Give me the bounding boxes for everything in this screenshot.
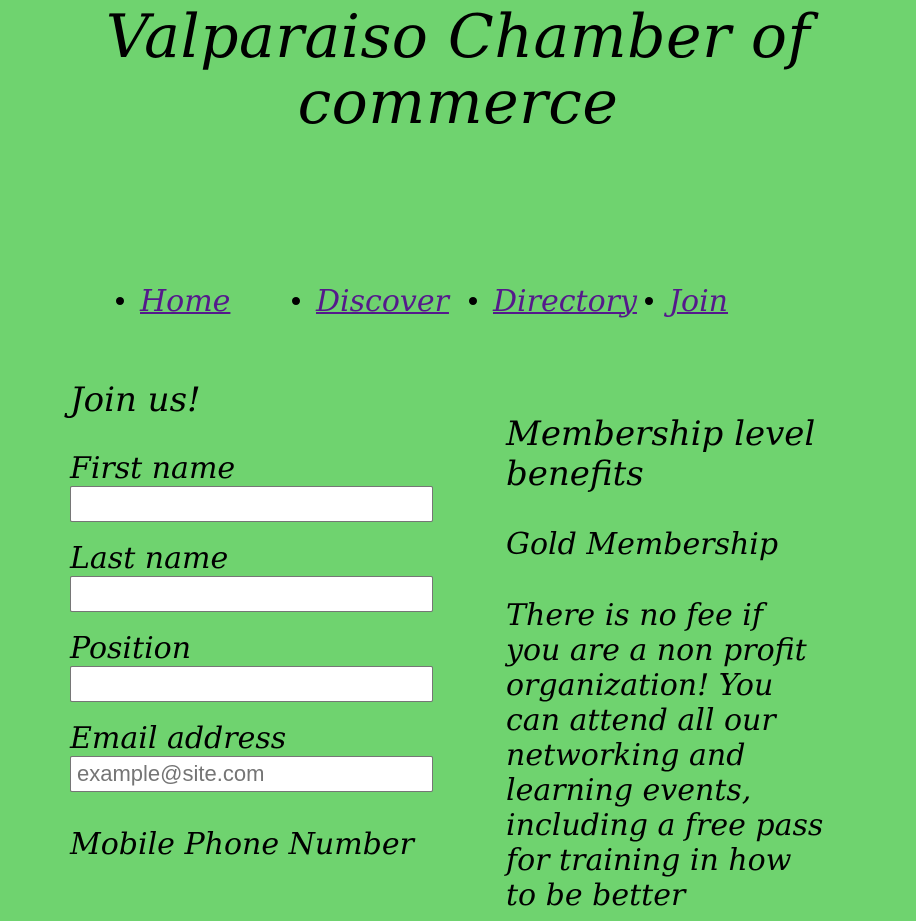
site-title: Valparaiso Chamber of commerce bbox=[105, 2, 811, 138]
nav-link-home[interactable]: Home bbox=[140, 284, 230, 319]
benefits-heading: Membership level benefits bbox=[506, 414, 816, 494]
gold-membership-description: There is no fee if you are a non profit … bbox=[506, 598, 824, 913]
nav-item-directory: Directory bbox=[469, 282, 637, 326]
join-heading: Join us! bbox=[70, 380, 201, 420]
gold-membership-title: Gold Membership bbox=[506, 527, 779, 562]
nav-item-join: Join bbox=[645, 282, 728, 326]
nav-item-discover: Discover bbox=[292, 282, 449, 326]
position-label: Position bbox=[70, 631, 192, 666]
email-label: Email address bbox=[70, 721, 287, 756]
bullet-icon bbox=[292, 297, 300, 305]
position-input[interactable] bbox=[70, 666, 433, 702]
join-form: Join us! First name Last name Position E… bbox=[70, 372, 450, 862]
nav-item-home: Home bbox=[116, 282, 230, 326]
bullet-icon bbox=[645, 297, 653, 305]
last-name-label: Last name bbox=[70, 541, 229, 576]
site-header: Valparaiso Chamber of commerce bbox=[0, 0, 916, 136]
nav-link-discover[interactable]: Discover bbox=[316, 284, 449, 319]
first-name-input[interactable] bbox=[70, 486, 433, 522]
email-input[interactable] bbox=[70, 756, 433, 792]
bullet-icon bbox=[116, 297, 124, 305]
nav-link-join[interactable]: Join bbox=[669, 284, 728, 319]
nav-link-directory[interactable]: Directory bbox=[493, 284, 637, 319]
mobile-phone-label: Mobile Phone Number bbox=[70, 827, 414, 862]
first-name-label: First name bbox=[70, 451, 236, 486]
last-name-input[interactable] bbox=[70, 576, 433, 612]
main-nav: Home Discover Directory Join bbox=[0, 282, 916, 326]
membership-benefits: Membership level benefits Gold Membershi… bbox=[506, 414, 826, 913]
bullet-icon bbox=[469, 297, 477, 305]
